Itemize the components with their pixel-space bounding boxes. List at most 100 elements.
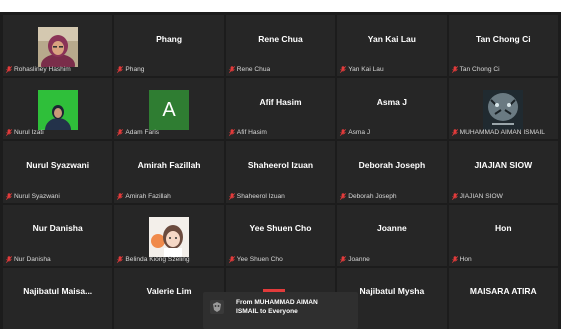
participant-label-text: Yee Shuen Cho (236, 255, 283, 263)
participant-tile[interactable]: Nurul Izati (3, 78, 113, 140)
participant-tile[interactable]: Yee Shuen Cho Yee Shuen Cho (225, 204, 336, 266)
mic-muted-icon (340, 192, 347, 200)
participant-name: Nurul Syazwani (26, 159, 90, 170)
participant-tile[interactable]: Shaheerol Izuan Shaheerol Izuan (225, 141, 336, 203)
participant-label: Rohasliney Hashim (6, 66, 71, 73)
participant-name: Najibatul Maisa... (23, 286, 93, 297)
participant-label-text: JIAJIAN SIOW (459, 192, 503, 200)
participant-tile[interactable]: Joanne Joanne (337, 204, 447, 266)
chat-recipient: ISMAIL to Everyone (236, 308, 298, 315)
participant-label-text: MUHAMMAD AIMAN ISMAIL (459, 129, 545, 137)
participant-label-text: Amirah Fazillah (125, 192, 171, 200)
mic-muted-icon (451, 129, 458, 137)
mic-muted-icon (117, 129, 124, 137)
participant-name: Tan Chong Ci (475, 33, 531, 44)
chat-notification[interactable]: From MUHAMMAD AIMAN ISMAIL to Everyone (203, 292, 358, 329)
participant-name: Phang (156, 33, 183, 44)
participant-label: Belinda Kiong Szeling (117, 255, 190, 263)
mic-muted-icon (228, 255, 235, 263)
participant-tile[interactable]: JIAJIAN SIOW JIAJIAN SIOW (448, 141, 558, 203)
participant-label: Joanne (340, 256, 370, 263)
mic-muted-icon (340, 66, 347, 74)
participant-tile[interactable]: Belinda Kiong Szeling (114, 204, 224, 266)
participant-name: Amirah Fazillah (137, 159, 201, 170)
participant-label: Hon (451, 255, 472, 263)
participant-label: Asma J (340, 129, 370, 136)
participant-label-text: Tan Chong Ci (459, 66, 500, 74)
participant-label-text: Nurul Syazwani (14, 192, 60, 200)
mic-muted-icon (451, 192, 458, 200)
participant-label: Yan Kai Lau (340, 66, 384, 74)
mic-muted-icon (117, 66, 124, 74)
participant-label: Adam Faris (117, 129, 159, 136)
participant-tile[interactable]: A Adam Faris (114, 78, 224, 140)
participant-label: Deborah Joseph (340, 192, 397, 200)
participant-label-text: Rene Chua (236, 66, 271, 74)
participant-label-text: Nurul Izati (14, 129, 44, 137)
participant-tile[interactable]: Tan Chong Ci Tan Chong Ci (448, 15, 558, 77)
participant-tile[interactable]: Amirah Fazillah Amirah Fazillah (114, 141, 224, 203)
participant-tile[interactable]: Asma J Asma J (337, 78, 447, 140)
participant-tile[interactable]: Phang Phang (114, 15, 224, 77)
participant-tile[interactable]: Hon Hon (448, 204, 558, 266)
participant-name: Yee Shuen Cho (249, 223, 312, 234)
participant-name: Hon (495, 223, 512, 234)
participant-label: Tan Chong Ci (451, 66, 500, 74)
chat-avatar-icon (210, 300, 224, 314)
participant-label: MUHAMMAD AIMAN ISMAIL (451, 129, 545, 137)
participant-avatar: A (149, 90, 190, 131)
participant-label-text: Belinda Kiong Szeling (125, 255, 190, 263)
participant-label-text: Yan Kai Lau (348, 66, 384, 74)
participant-label-text: Shaheerol Izuan (236, 192, 285, 200)
participant-label: Phang (117, 66, 144, 73)
mic-muted-icon (228, 192, 235, 200)
participant-video (37, 90, 78, 140)
mic-muted-icon (117, 255, 124, 263)
mic-muted-icon (340, 255, 347, 263)
participant-label-text: Afif Hasim (236, 129, 267, 137)
mic-muted-icon (228, 66, 235, 74)
participant-tile[interactable]: Yan Kai Lau Yan Kai Lau (337, 15, 447, 77)
participant-tile[interactable]: MAISARA ATIRA (448, 267, 558, 329)
participant-name: Nur Danisha (32, 223, 83, 234)
top-bar (0, 0, 561, 12)
participant-label: Yee Shuen Cho (228, 255, 283, 263)
participant-tile[interactable]: Nur Danisha Nur Danisha (3, 204, 113, 266)
participant-tile[interactable]: Afif Hasim Afif Hasim (225, 78, 336, 140)
participant-tile[interactable]: Rene Chua Rene Chua (225, 15, 336, 77)
participant-name: Shaheerol Izuan (247, 159, 314, 170)
participant-label-text: Hon (459, 255, 472, 263)
participant-video (483, 90, 524, 131)
participant-name: Afif Hasim (259, 96, 302, 107)
participant-tile[interactable]: Najibatul Maisa... (3, 267, 113, 329)
participant-label: Nurul Izati (6, 129, 44, 136)
mic-muted-icon (6, 192, 13, 200)
meeting-window: Rohasliney Hashim Phang Phang Rene Chua Rene… (0, 0, 561, 329)
participant-label: Amirah Fazillah (117, 192, 171, 200)
participant-name: MAISARA ATIRA (469, 286, 537, 297)
participant-label-text: Adam Faris (125, 129, 160, 137)
participant-video (149, 216, 190, 257)
participant-name: Rene Chua (258, 33, 303, 44)
participant-tile[interactable]: MUHAMMAD AIMAN ISMAIL (448, 78, 558, 140)
participant-label-text: Deborah Joseph (348, 192, 397, 200)
participant-name: JIAJIAN SIOW (474, 159, 533, 170)
participant-tile[interactable]: Nurul Syazwani Nurul Syazwani (3, 141, 113, 203)
participant-name: Asma J (376, 96, 407, 107)
participant-label: Rene Chua (228, 66, 271, 74)
participant-label-text: Phang (125, 66, 145, 74)
participant-name: Joanne (377, 223, 407, 234)
participant-label-text: Asma J (348, 129, 371, 137)
participant-video (37, 27, 78, 76)
participant-name: Deborah Joseph (358, 159, 426, 170)
mic-muted-icon (117, 192, 124, 200)
mic-muted-icon (6, 255, 13, 263)
mic-muted-icon (6, 66, 13, 74)
mic-muted-icon (6, 129, 13, 137)
participant-tile[interactable]: Rohasliney Hashim (3, 15, 113, 77)
mic-muted-icon (340, 129, 347, 137)
mic-muted-icon (451, 255, 458, 263)
participant-tile[interactable]: Deborah Joseph Deborah Joseph (337, 141, 447, 203)
participant-label-text: Joanne (348, 255, 370, 263)
participant-name: Yan Kai Lau (367, 33, 416, 44)
